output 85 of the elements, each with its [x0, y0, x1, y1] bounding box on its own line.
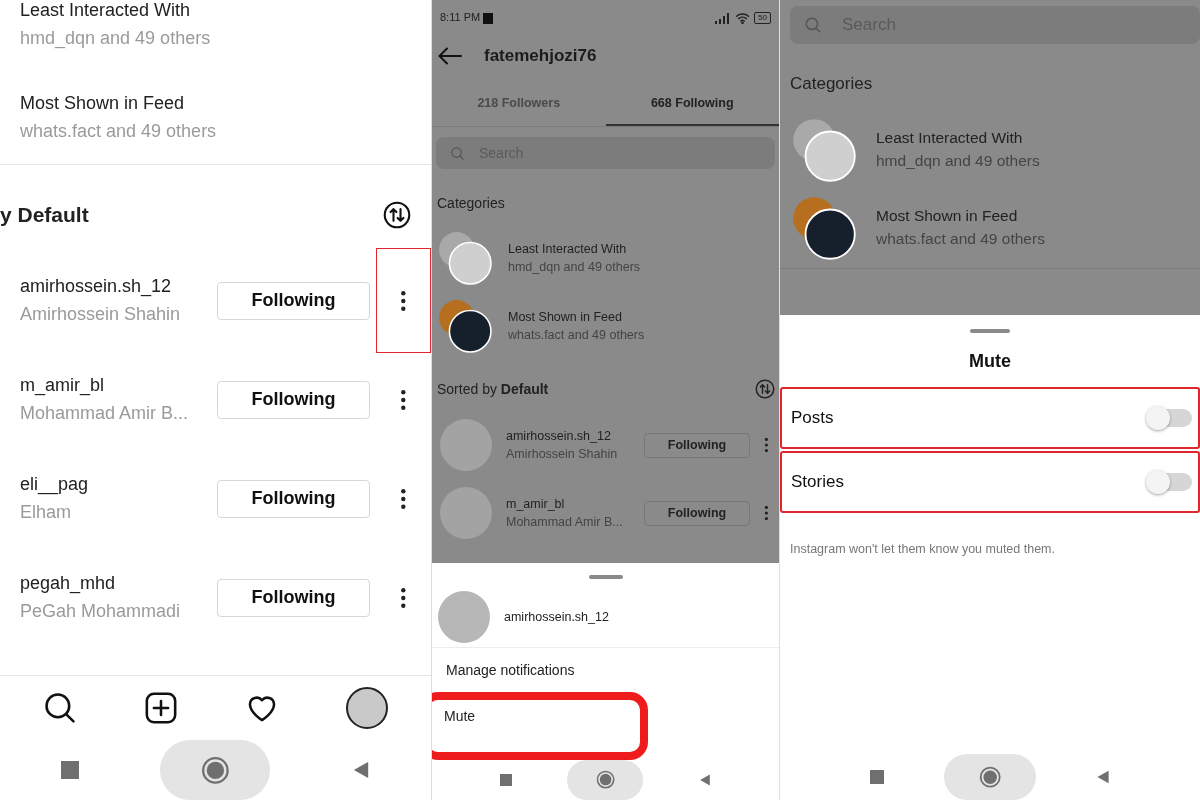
toggle-row[interactable]: Posts — [780, 387, 1200, 449]
menu-item[interactable]: Manage notifications — [432, 648, 779, 692]
back-button[interactable] — [352, 761, 371, 779]
user-avatar — [440, 487, 492, 539]
full-name: PeGah Mohammadi — [20, 600, 182, 623]
more-icon — [764, 437, 769, 453]
following-button[interactable]: Following — [217, 479, 371, 518]
full-name: Mohammad Amir B... — [20, 402, 190, 425]
stacked-avatars — [438, 231, 492, 285]
home-icon[interactable] — [978, 765, 1002, 789]
toggle-switch[interactable] — [1148, 409, 1192, 427]
following-button[interactable]: Following — [217, 281, 371, 320]
sort-heading: Sorted by Default — [437, 381, 549, 397]
back-arrow-icon[interactable] — [438, 47, 462, 65]
more-icon — [400, 487, 407, 510]
category-item[interactable]: Most Shown in Feed whats.fact and 49 others — [780, 190, 1200, 268]
category-subtitle: whats.fact and 49 others — [508, 327, 645, 343]
category-item[interactable]: Least Interacted With hmd_dqn and 49 others — [780, 112, 1200, 190]
full-name: Amirhossein Shahin — [506, 446, 619, 462]
search-icon[interactable] — [43, 691, 78, 725]
plus-icon[interactable] — [144, 691, 179, 725]
username: m_amir_bl — [20, 375, 106, 397]
following-button[interactable]: Following — [644, 432, 750, 458]
toggle-label: Posts — [791, 407, 834, 429]
category-item[interactable]: Least Interacted With hmd_dqn and 49 others — [432, 225, 779, 293]
home-icon[interactable] — [595, 770, 616, 790]
more-button[interactable] — [376, 248, 431, 354]
home-icon[interactable] — [201, 755, 230, 785]
battery-indicator: 50 — [754, 12, 771, 24]
profile-username: fatemehjozi76 — [484, 45, 597, 67]
toggle-label: Stories — [791, 471, 844, 493]
recents-button[interactable] — [60, 761, 79, 779]
category-title: Most Shown in Feed — [876, 207, 1019, 226]
following-button[interactable]: Following — [217, 578, 371, 617]
category-subtitle: hmd_dqn and 49 others — [876, 152, 1040, 171]
following-button[interactable]: Following — [644, 500, 750, 526]
category-subtitle: whats.fact and 49 others — [876, 230, 1045, 249]
categories-heading: Categories — [789, 73, 874, 95]
categories-heading: Categories — [436, 194, 506, 213]
category-title: Most Shown in Feed — [508, 309, 623, 325]
category-item[interactable]: Most Shown in Feed whats.fact and 49 others — [0, 71, 431, 165]
more-icon — [400, 586, 407, 609]
mute-note: Instagram won't let them know you muted them. — [789, 541, 1056, 556]
sort-icon[interactable] — [383, 201, 411, 230]
wifi-icon — [735, 12, 751, 24]
category-title: Most Shown in Feed — [20, 93, 186, 115]
more-icon — [764, 505, 769, 521]
stacked-avatars — [438, 299, 492, 353]
stacked-avatars — [792, 118, 856, 182]
username: amirhossein.sh_12 — [504, 609, 609, 625]
category-title: Least Interacted With — [508, 241, 628, 257]
toggle-switch[interactable] — [1148, 473, 1192, 491]
stacked-avatars — [792, 196, 856, 260]
full-name: Mohammad Amir B... — [506, 514, 624, 530]
profile-avatar[interactable] — [345, 687, 388, 729]
user-avatar — [440, 419, 492, 471]
full-name: Elham — [20, 501, 73, 524]
search-icon — [450, 145, 465, 161]
status-time: 8:11 PM — [440, 11, 481, 25]
more-icon — [400, 289, 407, 312]
search-icon — [804, 16, 822, 34]
category-subtitle: whats.fact and 49 others — [20, 120, 217, 143]
notification-icon — [483, 12, 494, 24]
category-subtitle: hmd_dqn and 49 others — [20, 27, 211, 50]
signal-icon — [715, 12, 732, 24]
sort-heading: y Default — [0, 203, 89, 228]
username: amirhossein.sh_12 — [506, 428, 612, 444]
category-item[interactable]: Least Interacted With hmd_dqn and 49 others — [0, 0, 431, 72]
username: pegah_mhd — [20, 573, 117, 595]
username: amirhossein.sh_12 — [20, 276, 173, 298]
category-item[interactable]: Most Shown in Feed whats.fact and 49 others — [432, 293, 779, 361]
category-title: Least Interacted With — [20, 0, 192, 22]
more-icon — [400, 388, 407, 411]
recents-button[interactable] — [499, 774, 512, 786]
back-button[interactable] — [699, 774, 712, 786]
username: eli__pag — [20, 474, 90, 496]
category-subtitle: hmd_dqn and 49 others — [508, 259, 641, 275]
sheet-title: Mute — [969, 351, 1011, 372]
full-name: Amirhossein Shahin — [20, 303, 182, 326]
following-button[interactable]: Following — [217, 380, 371, 419]
back-button[interactable] — [1096, 770, 1110, 784]
category-title: Least Interacted With — [876, 129, 1024, 148]
username: m_amir_bl — [506, 496, 566, 512]
user-avatar — [438, 591, 490, 643]
toggle-row[interactable]: Stories — [780, 451, 1200, 513]
